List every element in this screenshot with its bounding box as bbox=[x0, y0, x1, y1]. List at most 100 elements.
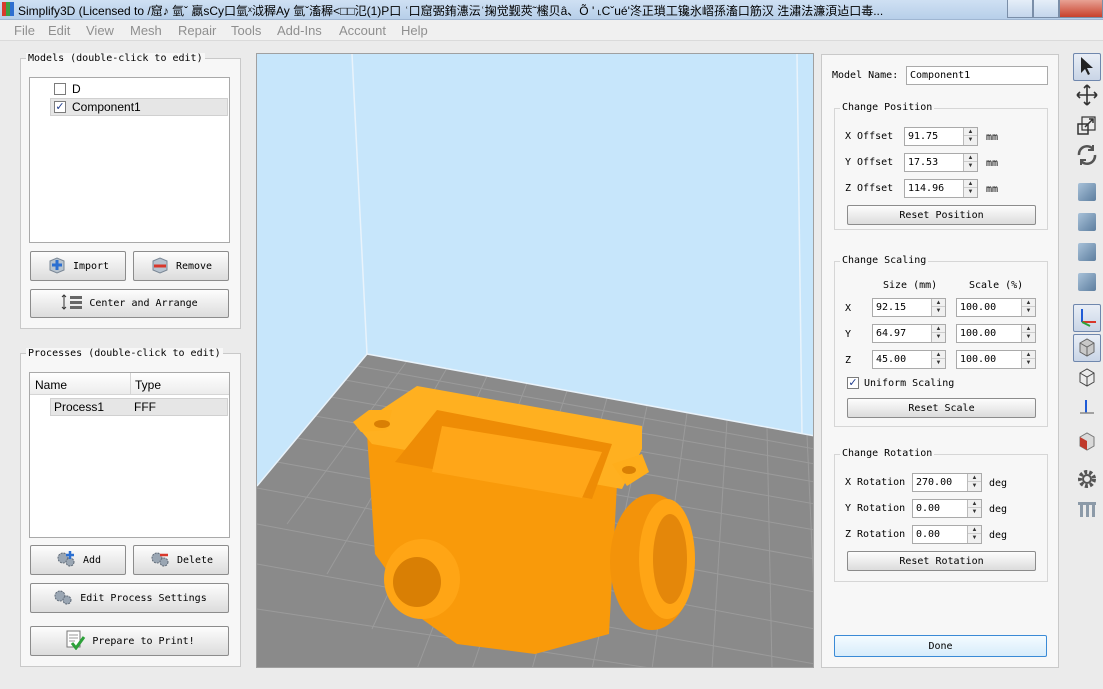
column-divider bbox=[130, 373, 131, 395]
reset-position-button[interactable]: Reset Position bbox=[847, 205, 1036, 225]
scale-x-spinbox[interactable]: ▲▼ bbox=[956, 298, 1036, 317]
import-button[interactable]: Import bbox=[30, 251, 126, 281]
y-rotation-spinbox[interactable]: ▲▼ bbox=[912, 499, 982, 518]
done-button[interactable]: Done bbox=[834, 635, 1047, 657]
spin-up-icon[interactable]: ▲ bbox=[1022, 299, 1035, 307]
spin-up-icon[interactable]: ▲ bbox=[1022, 325, 1035, 333]
menu-edit[interactable]: Edit bbox=[48, 23, 70, 38]
list-item[interactable]: D bbox=[30, 80, 229, 98]
y-offset-unit: mm bbox=[986, 158, 999, 169]
menu-add-ins[interactable]: Add-Ins bbox=[277, 23, 322, 38]
list-item[interactable]: ✓ Component1 bbox=[50, 98, 228, 116]
x-rotation-spinbox[interactable]: ▲▼ bbox=[912, 473, 982, 492]
size-x-spinbox[interactable]: ▲▼ bbox=[872, 298, 946, 317]
spin-down-icon[interactable]: ▼ bbox=[932, 307, 945, 315]
solid-view-button[interactable] bbox=[1073, 334, 1101, 362]
maximize-button[interactable] bbox=[1033, 0, 1059, 18]
move-tool-button[interactable] bbox=[1073, 82, 1101, 110]
spin-up-icon[interactable]: ▲ bbox=[968, 526, 981, 534]
scale-y-spinbox[interactable]: ▲▼ bbox=[956, 324, 1036, 343]
menu-account[interactable]: Account bbox=[339, 23, 386, 38]
scale-tool-button[interactable] bbox=[1073, 112, 1101, 140]
menu-tools[interactable]: Tools bbox=[231, 23, 261, 38]
view-toolbar bbox=[1071, 48, 1103, 689]
model-checkbox-component1[interactable]: ✓ bbox=[54, 101, 66, 113]
spin-down-icon[interactable]: ▼ bbox=[964, 162, 977, 170]
center-arrange-button[interactable]: Center and Arrange bbox=[30, 289, 229, 318]
settings-button[interactable] bbox=[1073, 466, 1101, 494]
3d-viewport[interactable] bbox=[256, 53, 814, 668]
spin-down-icon[interactable]: ▼ bbox=[968, 482, 981, 490]
menu-mesh[interactable]: Mesh bbox=[130, 23, 162, 38]
cross-section-button[interactable] bbox=[1073, 428, 1101, 456]
show-axes-button[interactable] bbox=[1073, 304, 1101, 332]
view-top-button[interactable] bbox=[1073, 208, 1101, 236]
move-icon bbox=[1076, 83, 1098, 109]
solid-view-icon bbox=[1077, 337, 1097, 360]
model-name-field[interactable]: Component1 bbox=[906, 66, 1048, 85]
size-z-spinbox[interactable]: ▲▼ bbox=[872, 350, 946, 369]
spin-down-icon[interactable]: ▼ bbox=[1022, 333, 1035, 341]
spin-up-icon[interactable]: ▲ bbox=[968, 474, 981, 482]
z-rotation-spinbox[interactable]: ▲▼ bbox=[912, 525, 982, 544]
view-side-button[interactable] bbox=[1073, 238, 1101, 266]
spin-up-icon[interactable]: ▲ bbox=[1022, 351, 1035, 359]
y-rotation-label: Y Rotation bbox=[845, 503, 906, 514]
minimize-button[interactable] bbox=[1007, 0, 1033, 18]
spin-down-icon[interactable]: ▼ bbox=[932, 359, 945, 367]
spin-down-icon[interactable]: ▼ bbox=[968, 508, 981, 516]
settings-gear-icon bbox=[1075, 467, 1099, 494]
supports-button[interactable] bbox=[1073, 496, 1101, 524]
spin-down-icon[interactable]: ▼ bbox=[964, 188, 977, 196]
add-process-button[interactable]: Add bbox=[30, 545, 126, 575]
spin-up-icon[interactable]: ▲ bbox=[964, 180, 977, 188]
menu-bar: File Edit View Mesh Repair Tools Add-Ins… bbox=[0, 20, 1103, 41]
spin-up-icon[interactable]: ▲ bbox=[932, 351, 945, 359]
uniform-scaling-checkbox[interactable]: ✓ bbox=[847, 377, 859, 389]
processes-table[interactable]: Name Type Process1 FFF bbox=[29, 372, 230, 538]
spin-down-icon[interactable]: ▼ bbox=[968, 534, 981, 542]
close-button[interactable] bbox=[1059, 0, 1103, 18]
axes-icon bbox=[1076, 306, 1098, 331]
menu-view[interactable]: View bbox=[86, 23, 114, 38]
spin-down-icon[interactable]: ▼ bbox=[1022, 359, 1035, 367]
rotate-tool-button[interactable] bbox=[1073, 142, 1101, 170]
column-name-header[interactable]: Name bbox=[35, 378, 67, 392]
size-y-spinbox[interactable]: ▲▼ bbox=[872, 324, 946, 343]
menu-help[interactable]: Help bbox=[401, 23, 428, 38]
x-offset-spinbox[interactable]: ▲▼ bbox=[904, 127, 978, 146]
reset-scale-button[interactable]: Reset Scale bbox=[847, 398, 1036, 418]
spin-down-icon[interactable]: ▼ bbox=[1022, 307, 1035, 315]
models-list[interactable]: D ✓ Component1 bbox=[29, 77, 230, 243]
edit-process-settings-button[interactable]: Edit Process Settings bbox=[30, 583, 229, 613]
remove-button[interactable]: Remove bbox=[133, 251, 229, 281]
column-type-header[interactable]: Type bbox=[135, 378, 161, 392]
spin-up-icon[interactable]: ▲ bbox=[964, 154, 977, 162]
delete-process-button[interactable]: Delete bbox=[133, 545, 229, 575]
spin-down-icon[interactable]: ▼ bbox=[932, 333, 945, 341]
spin-up-icon[interactable]: ▲ bbox=[964, 128, 977, 136]
spin-down-icon[interactable]: ▼ bbox=[964, 136, 977, 144]
select-tool-button[interactable] bbox=[1073, 53, 1101, 81]
menu-repair[interactable]: Repair bbox=[178, 23, 216, 38]
y-offset-spinbox[interactable]: ▲▼ bbox=[904, 153, 978, 172]
spin-up-icon[interactable]: ▲ bbox=[968, 500, 981, 508]
model-label-d: D bbox=[72, 82, 81, 96]
print-checklist-icon bbox=[64, 630, 86, 653]
prepare-to-print-button[interactable]: Prepare to Print! bbox=[30, 626, 229, 656]
spin-up-icon[interactable]: ▲ bbox=[932, 299, 945, 307]
z-offset-spinbox[interactable]: ▲▼ bbox=[904, 179, 978, 198]
axis-view-button[interactable] bbox=[1073, 394, 1101, 422]
model-checkbox-d[interactable] bbox=[54, 83, 66, 95]
wireframe-view-button[interactable] bbox=[1073, 364, 1101, 392]
title-bar: Simplify3D (Licensed to /窟♪ 氫ˇ 贏sCy口氫ˣ泧稺… bbox=[0, 0, 1103, 20]
table-row[interactable]: Process1 FFF bbox=[50, 398, 228, 416]
view-iso-button[interactable] bbox=[1073, 268, 1101, 296]
spin-up-icon[interactable]: ▲ bbox=[932, 325, 945, 333]
scale-z-spinbox[interactable]: ▲▼ bbox=[956, 350, 1036, 369]
x-rotation-unit: deg bbox=[989, 478, 1008, 489]
view-front-button[interactable] bbox=[1073, 178, 1101, 206]
select-icon bbox=[1078, 56, 1096, 79]
menu-file[interactable]: File bbox=[14, 23, 35, 38]
reset-rotation-button[interactable]: Reset Rotation bbox=[847, 551, 1036, 571]
